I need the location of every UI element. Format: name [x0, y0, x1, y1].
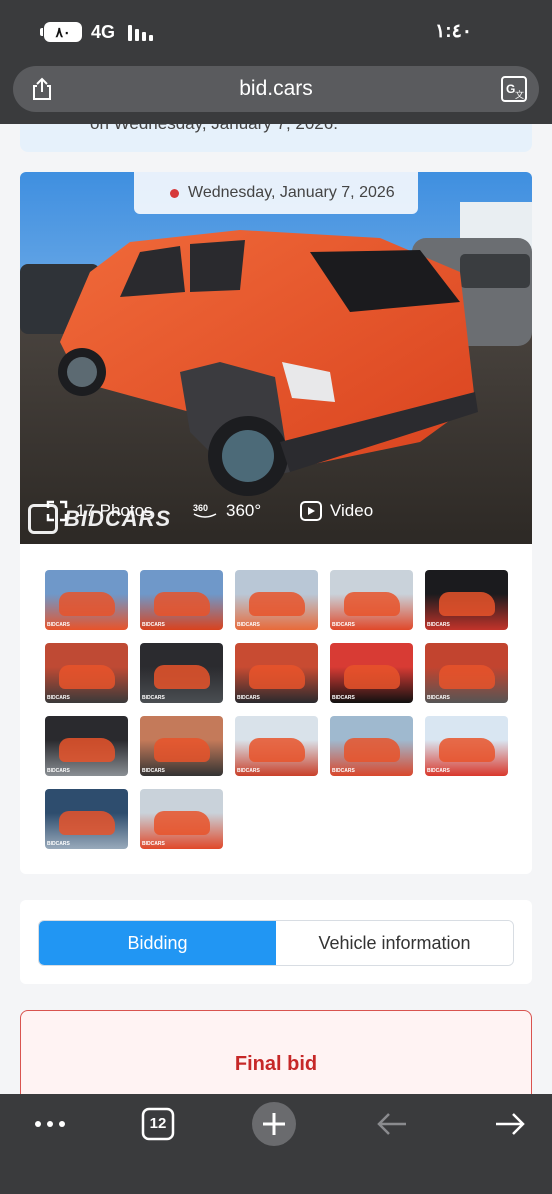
watermark-text: BIDCARS	[64, 506, 172, 531]
thumbnail-watermark: BIDCARS	[47, 622, 70, 628]
live-dot-icon	[170, 189, 179, 198]
photo-thumbnail[interactable]: BIDCARS	[235, 570, 318, 630]
view-360-button[interactable]: 360 360°	[192, 494, 261, 528]
photo-thumbnail[interactable]: BIDCARS	[45, 716, 128, 776]
photo-thumbnail[interactable]: BIDCARS	[45, 789, 128, 849]
address-bar[interactable]: bid.cars G 文	[13, 66, 539, 112]
thumbnail-car-shape	[439, 738, 495, 762]
photo-thumbnail[interactable]: BIDCARS	[140, 643, 223, 703]
thumbnail-car-shape	[439, 592, 495, 616]
thumbnail-watermark: BIDCARS	[332, 695, 355, 701]
auction-date-banner: on Wednesday, January 7, 2026.	[20, 124, 532, 152]
battery-indicator: ٨٠	[40, 22, 82, 42]
thumbnail-car-shape	[344, 592, 400, 616]
bidcars-logo-icon	[28, 504, 58, 534]
photo-gallery-card: Wednesday, January 7, 2026 17 Photos 360…	[20, 172, 532, 874]
back-icon[interactable]	[370, 1102, 414, 1146]
thumbnail-watermark: BIDCARS	[47, 841, 70, 847]
auction-date-text: on Wednesday, January 7, 2026.	[90, 124, 338, 134]
photo-thumbnail[interactable]: BIDCARS	[330, 570, 413, 630]
thumbnail-car-shape	[154, 592, 210, 616]
forward-icon[interactable]	[488, 1102, 532, 1146]
browser-top-chrome: ٨٠ 4G ١:٤٠ bid.cars G 文	[0, 0, 552, 124]
thumbnail-car-shape	[249, 738, 305, 762]
final-bid-card: Final bid	[20, 1010, 532, 1094]
tabs-button[interactable]: 12	[136, 1102, 180, 1146]
svg-text:360: 360	[193, 503, 208, 513]
status-time: ١:٤٠	[435, 21, 472, 42]
thumbnail-watermark: BIDCARS	[427, 622, 450, 628]
new-tab-icon[interactable]	[252, 1102, 296, 1146]
thumbnail-car-shape	[59, 811, 115, 835]
thumbnail-car-shape	[154, 665, 210, 689]
network-type: 4G	[91, 22, 116, 42]
thumbnail-watermark: BIDCARS	[142, 695, 165, 701]
photo-thumbnail[interactable]: BIDCARS	[330, 716, 413, 776]
status-bar: ٨٠ 4G ١:٤٠	[0, 0, 552, 62]
photo-thumbnail[interactable]: BIDCARS	[45, 570, 128, 630]
browser-toolbar: 12	[0, 1094, 552, 1194]
thumbnail-watermark: BIDCARS	[237, 622, 260, 628]
360-icon: 360	[193, 503, 217, 518]
bidcars-watermark: BIDCARS	[28, 504, 171, 534]
thumbnail-watermark: BIDCARS	[427, 695, 450, 701]
more-icon[interactable]	[28, 1102, 72, 1146]
tab-count: 12	[149, 1115, 167, 1132]
thumbnail-watermark: BIDCARS	[237, 695, 260, 701]
photo-thumbnail[interactable]: BIDCARS	[45, 643, 128, 703]
tab-bidding[interactable]: Bidding	[39, 921, 276, 965]
thumbnail-car-shape	[154, 738, 210, 762]
photo-thumbnail[interactable]: BIDCARS	[140, 716, 223, 776]
auction-date: Wednesday, January 7, 2026	[188, 184, 395, 201]
hero-photo[interactable]: Wednesday, January 7, 2026 17 Photos 360…	[20, 172, 532, 544]
thumbnail-car-shape	[344, 738, 400, 762]
photo-thumbnail[interactable]: BIDCARS	[425, 643, 508, 703]
thumbnail-watermark: BIDCARS	[427, 768, 450, 774]
thumbnail-car-shape	[249, 665, 305, 689]
thumbnail-watermark: BIDCARS	[237, 768, 260, 774]
photo-thumbnail[interactable]: BIDCARS	[425, 716, 508, 776]
tab-vehicle-information[interactable]: Vehicle information	[276, 921, 513, 965]
signal-icon	[128, 23, 153, 41]
detail-tabs: Bidding Vehicle information	[38, 920, 514, 966]
thumbnail-car-shape	[344, 665, 400, 689]
web-page: on Wednesday, January 7, 2026.	[0, 124, 552, 1094]
thumbnail-watermark: BIDCARS	[47, 768, 70, 774]
thumbnail-car-shape	[249, 592, 305, 616]
translate-icon[interactable]: G 文	[501, 76, 527, 102]
url-text[interactable]: bid.cars	[13, 77, 539, 101]
thumbnail-car-shape	[59, 592, 115, 616]
photo-thumbnail[interactable]: BIDCARS	[140, 789, 223, 849]
photo-thumbnail[interactable]: BIDCARS	[330, 643, 413, 703]
thumbnail-car-shape	[439, 665, 495, 689]
thumbnail-watermark: BIDCARS	[47, 695, 70, 701]
video-label: Video	[330, 501, 374, 520]
thumbnail-car-shape	[154, 811, 210, 835]
video-icon	[300, 501, 322, 521]
photo-thumbnail[interactable]: BIDCARS	[235, 643, 318, 703]
view-360-label: 360°	[226, 501, 262, 520]
photo-thumbnail[interactable]: BIDCARS	[425, 570, 508, 630]
thumbnail-watermark: BIDCARS	[142, 768, 165, 774]
thumbnail-watermark: BIDCARS	[332, 622, 355, 628]
thumbnail-car-shape	[59, 738, 115, 762]
svg-text:G: G	[506, 82, 515, 96]
photo-thumbnail[interactable]: BIDCARS	[235, 716, 318, 776]
photo-thumbnail[interactable]: BIDCARS	[140, 570, 223, 630]
video-button[interactable]: Video	[300, 494, 373, 528]
thumbnail-watermark: BIDCARS	[142, 622, 165, 628]
svg-text:文: 文	[515, 89, 524, 101]
auction-date-chip: Wednesday, January 7, 2026	[134, 172, 418, 214]
thumbnail-watermark: BIDCARS	[332, 768, 355, 774]
thumbnail-car-shape	[59, 665, 115, 689]
final-bid-title: Final bid	[234, 1053, 318, 1075]
car-photo	[20, 172, 532, 544]
thumbnail-watermark: BIDCARS	[142, 841, 165, 847]
tabs-card: Bidding Vehicle information	[20, 900, 532, 984]
